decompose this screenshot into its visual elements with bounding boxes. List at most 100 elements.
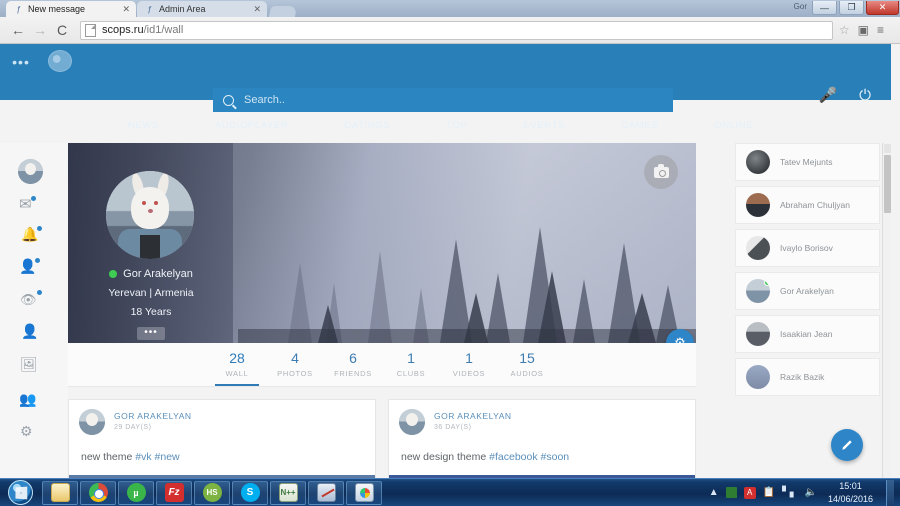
action-center-flag-icon[interactable] [726,487,737,498]
avatar[interactable] [79,409,105,435]
minimize-button[interactable]: — [812,1,837,15]
taskbar-item-chrome[interactable] [80,481,116,505]
close-window-button[interactable]: ✕ [866,1,899,15]
taskbar-item-skype[interactable]: S [232,481,268,505]
post-header: GOR ARAKELYAN 29 DAY(S) [69,400,375,441]
stat-value: 1 [382,350,440,366]
browser-tab-new-message[interactable]: ƒ New message ✕ [6,1,136,17]
close-icon[interactable]: ✕ [253,4,261,15]
taskbar-item-editor[interactable] [308,481,344,505]
post-card[interactable]: GOR ARAKELYAN 36 DAY(S) new design theme… [388,399,696,478]
post-author[interactable]: GOR ARAKELYAN [114,411,192,422]
maximize-button[interactable]: ❐ [839,1,864,15]
browser-menu-icon[interactable]: ≡ [877,23,884,37]
tab-title: Admin Area [159,4,249,14]
screenshot-camera-icon[interactable]: ▣ [858,23,869,37]
microphone-icon[interactable]: 🎤 [818,88,837,103]
nav-item-datings[interactable]: DATINGS [316,120,418,131]
browser-tab-admin-area[interactable]: ƒ Admin Area ✕ [137,1,267,17]
nav-item-news[interactable]: NEWS [100,120,187,131]
start-button[interactable] [0,480,40,506]
add-friend-icon: 👤 [19,258,36,274]
nav-item-audioplayer[interactable]: AUDIOPLAYER [187,120,316,131]
post-hashtags[interactable]: #vk #new [135,451,179,463]
show-desktop-button[interactable] [886,480,894,506]
sidebar-item-profile-avatar[interactable] [18,159,43,184]
stat-tab-photos[interactable]: 4 PHOTOS [266,350,324,386]
antivirus-icon[interactable]: A [744,487,756,499]
sidebar-item-settings[interactable]: ⚙ [20,423,33,440]
taskbar-item-utorrent[interactable]: µ [118,481,154,505]
bookmark-star-icon[interactable]: ☆ [839,23,850,37]
page-content: ✉ 🔔 👤 👁 👤 🖼 [0,143,891,478]
sidebar-item-person[interactable]: 👤 [21,323,38,340]
taskbar-item-notepadpp[interactable]: N++ [270,481,306,505]
nav-item-online[interactable]: ONLINE [686,120,781,131]
forward-icon[interactable]: → [30,20,50,40]
list-item[interactable]: Gor Arakelyan [735,272,880,310]
avatar[interactable] [106,171,194,259]
list-item[interactable]: Tatev Mejunts [735,143,880,181]
taskbar-item-paint[interactable] [346,481,382,505]
sidebar-item-friend-requests[interactable]: 👤 [19,258,36,276]
nav-item-games[interactable]: GAMES [593,120,686,131]
utorrent-icon: µ [127,483,146,502]
back-icon[interactable]: ← [8,20,28,40]
stat-value: 15 [498,350,556,366]
owl-logo-icon[interactable] [48,50,72,72]
post-hashtags[interactable]: #facebook #soon [489,451,569,463]
scroll-up-arrow[interactable] [884,144,891,153]
friends-sidebar: Tatev Mejunts Abraham Chuljyan Ivaylo Bo… [735,143,880,401]
network-icon[interactable]: ▘▖ [782,487,797,498]
post-meta: GOR ARAKELYAN 36 DAY(S) [434,411,512,433]
mail-icon: ✉ [19,196,32,213]
window-controls: Gor — ❐ ✕ [794,0,900,15]
stat-tab-friends[interactable]: 6 FRIENDS [324,350,382,386]
sidebar-item-groups[interactable]: 👥 [19,391,36,408]
close-icon[interactable]: ✕ [122,4,130,15]
volume-icon[interactable]: 🔈 [805,487,817,498]
sidebar-item-notifications[interactable]: 🔔 [21,226,38,244]
change-cover-button[interactable] [644,155,678,189]
nav-item-top[interactable]: TOP [418,120,495,131]
friend-name: Razik Bazik [780,372,824,382]
sidebar-item-views[interactable]: 👁 [20,291,37,309]
stat-label: FRIENDS [324,369,382,378]
post-meta: GOR ARAKELYAN 29 DAY(S) [114,411,192,433]
stat-tab-clubs[interactable]: 1 CLUBS [382,350,440,386]
stat-tab-wall[interactable]: 28 WALL [208,350,266,386]
list-item[interactable]: Abraham Chuljyan [735,186,880,224]
clock-date: 14/06/2016 [828,493,873,505]
device-icon[interactable]: 📋 [763,487,775,498]
url-path: /id1/wall [144,24,184,36]
power-icon[interactable]: ⏻ [859,88,871,103]
list-item[interactable]: Ivaylo Borisov [735,229,880,267]
stat-tab-videos[interactable]: 1 VIDEOS [440,350,498,386]
sidebar-item-messages[interactable]: ✉ [19,195,32,214]
search-input[interactable]: Search.. [213,88,673,112]
taskbar-item-explorer[interactable] [42,481,78,505]
taskbar-item-hs[interactable]: HS [194,481,230,505]
stat-tab-audios[interactable]: 15 AUDIOS [498,350,556,386]
nav-item-events[interactable]: EVENTS [495,120,593,131]
page-scrollbar[interactable] [882,143,891,478]
list-item[interactable]: Isaakian Jean [735,315,880,353]
list-item[interactable]: Razik Bazik [735,358,880,396]
new-tab-button[interactable] [269,6,297,17]
scrollbar-thumb[interactable] [884,155,891,213]
tray-expand-icon[interactable]: ▲ [709,487,719,498]
profile-more-button[interactable]: ••• [137,327,165,340]
avatar[interactable] [399,409,425,435]
reload-icon[interactable]: C [52,20,72,40]
online-status-dot [109,270,117,278]
address-bar[interactable]: scops.ru/id1/wall [80,21,833,40]
post-card[interactable]: GOR ARAKELYAN 29 DAY(S) new theme #vk #n… [68,399,376,478]
post-author[interactable]: GOR ARAKELYAN [434,411,512,422]
badge-dot [35,258,40,263]
compose-post-fab[interactable] [831,429,863,461]
header-menu-dots-icon[interactable]: ••• [10,54,32,70]
taskbar-clock[interactable]: 15:01 14/06/2016 [828,480,873,504]
taskbar-item-filezilla[interactable]: Fz [156,481,192,505]
post-text: new theme #vk #new [69,441,375,475]
sidebar-item-photos[interactable]: 🖼 [20,356,38,373]
